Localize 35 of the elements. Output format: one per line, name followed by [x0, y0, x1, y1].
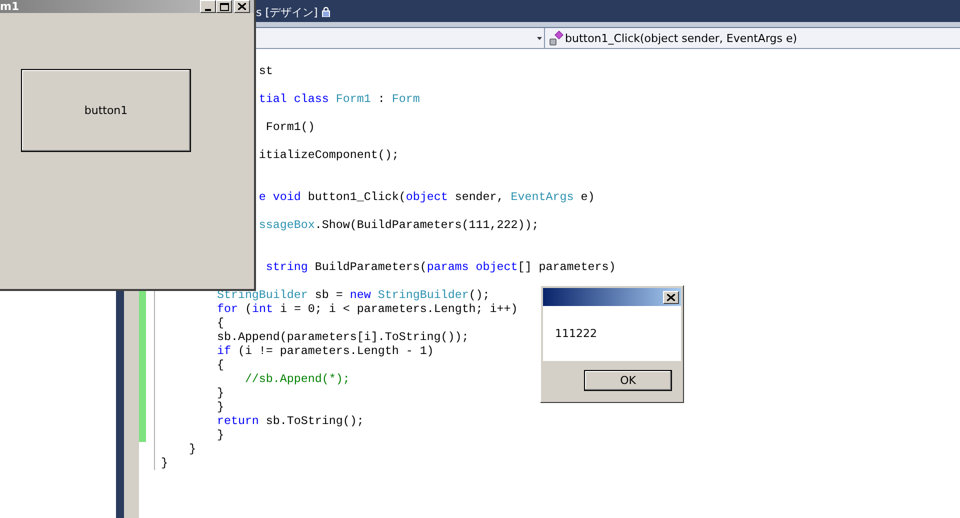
code-line: return sb.ToString(); — [216, 414, 364, 428]
close-icon — [667, 294, 675, 300]
maximize-icon — [220, 2, 228, 10]
code-line: e void button1_Click(object sender, EventArgs e) — [258, 190, 595, 204]
code-line: { — [216, 358, 224, 372]
code-line: { — [216, 316, 224, 330]
ok-button[interactable]: OK — [584, 370, 672, 391]
dropdown-arrow-icon — [537, 36, 542, 40]
code-line: tial class Form1 : Form — [258, 92, 420, 106]
code-line: } — [161, 456, 168, 470]
code-line: if (i != parameters.Length - 1) — [216, 344, 434, 358]
close-button[interactable] — [663, 290, 679, 304]
message-text: 111222 — [555, 327, 597, 340]
close-button[interactable] — [234, 0, 250, 13]
method-icon — [548, 30, 564, 46]
code-line: itializeComponent(); — [258, 148, 399, 162]
minimize-icon — [205, 8, 211, 10]
minimize-button[interactable] — [200, 0, 216, 13]
form-button[interactable]: button1 — [21, 69, 191, 152]
code-line: //sb.Append(*); — [244, 372, 350, 386]
code-line: string BuildParameters(params object[] parameters) — [264, 260, 616, 274]
code-line: ssageBox.Show(BuildParameters(111,222)); — [258, 218, 539, 232]
document-tab[interactable]: s [デザイン] — [256, 2, 336, 22]
code-line: sb.Append(parameters[i].ToString()); — [216, 330, 469, 344]
code-line: st — [258, 64, 273, 78]
window-title: m1 — [0, 0, 20, 13]
maximize-button[interactable] — [216, 0, 232, 13]
code-line: Form1() — [264, 120, 315, 134]
code-line: for (int i = 0; i < parameters.Length; i++) — [216, 302, 518, 316]
code-line: } — [216, 386, 224, 400]
code-line: } — [216, 400, 224, 414]
code-line: } — [188, 442, 196, 456]
code-line: } — [216, 428, 224, 442]
close-icon — [238, 3, 246, 10]
code-line: StringBuilder sb = new StringBuilder(); — [216, 288, 490, 302]
